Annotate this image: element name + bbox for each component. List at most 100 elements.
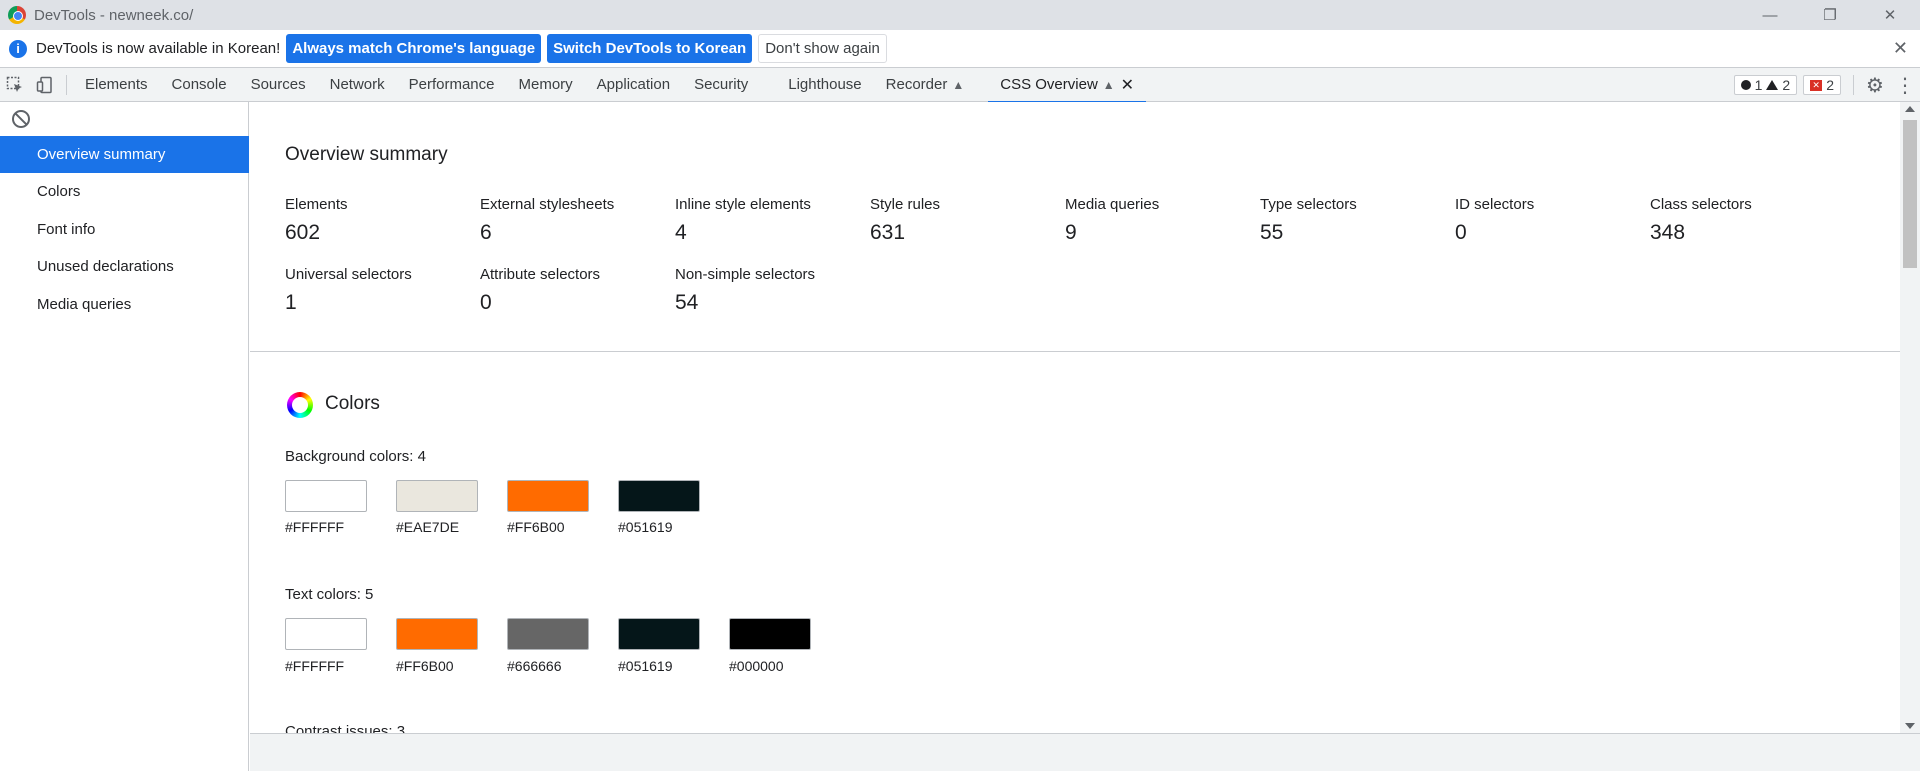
stat-label: Style rules — [870, 196, 941, 213]
close-window-button[interactable]: ✕ — [1860, 0, 1920, 30]
stat-universal-selectors: Universal selectors 1 — [285, 266, 475, 315]
stat-class-selectors: Class selectors 348 — [1650, 196, 1840, 245]
color-swatch[interactable] — [618, 480, 700, 512]
warning-triangle-icon — [1766, 80, 1779, 90]
clear-overview-icon[interactable] — [12, 110, 30, 128]
section-divider — [250, 351, 1900, 352]
swatch-hex-label: #666666 — [507, 658, 562, 674]
tab-performance[interactable]: Performance — [397, 68, 507, 102]
warnings-count: 2 — [1782, 77, 1791, 93]
main-scrollbar[interactable] — [1900, 102, 1920, 733]
tab-css-overview[interactable]: CSS Overview ▲ ✕ — [988, 68, 1146, 103]
infobar-message: DevTools is now available in Korean! — [36, 40, 281, 57]
tab-recorder-label: Recorder — [885, 76, 948, 93]
device-toolbar-icon[interactable] — [30, 68, 60, 102]
color-swatch[interactable] — [729, 618, 811, 650]
dont-show-again-button[interactable]: Don't show again — [758, 34, 887, 63]
swatch-hex-label: #FF6B00 — [396, 658, 454, 674]
swatch-hex-label: #FFFFFF — [285, 519, 345, 535]
scroll-thumb[interactable] — [1903, 120, 1917, 268]
stat-type-selectors: Type selectors 55 — [1260, 196, 1450, 245]
errors-count: 2 — [1826, 77, 1834, 93]
stat-id-selectors: ID selectors 0 — [1455, 196, 1645, 245]
tab-memory[interactable]: Memory — [507, 68, 585, 102]
stat-label: Attribute selectors — [480, 266, 601, 283]
stat-value: 0 — [1455, 221, 1467, 244]
stat-label: ID selectors — [1455, 196, 1535, 213]
sidebar-item-font-info[interactable]: Font info — [0, 211, 249, 248]
stat-inline-style-elements: Inline style elements 4 — [675, 196, 865, 245]
inspect-element-icon[interactable] — [0, 68, 30, 102]
devtools-tabbar: Elements Console Sources Network Perform… — [0, 68, 1920, 103]
restore-button[interactable]: ❐ — [1800, 0, 1860, 30]
window-title: DevTools - newneek.co/ — [34, 6, 194, 24]
css-overview-sidebar: Overview summary Colors Font info Unused… — [0, 102, 249, 771]
stat-elements: Elements 602 — [285, 196, 475, 245]
messages-count: 1 — [1754, 77, 1763, 93]
sidebar-item-media-queries[interactable]: Media queries — [0, 286, 249, 323]
tab-security[interactable]: Security — [682, 68, 760, 102]
tab-network[interactable]: Network — [318, 68, 397, 102]
swatch-hex-label: #051619 — [618, 658, 673, 674]
window-titlebar: DevTools - newneek.co/ — ❐ ✕ — [0, 0, 1920, 30]
tab-console[interactable]: Console — [160, 68, 239, 102]
toolbar-right: 1 2 ✕ 2 ⚙ ⋮ — [1733, 68, 1920, 102]
experiment-flask-icon: ▲ — [1102, 77, 1115, 92]
sidebar-item-unused-declarations[interactable]: Unused declarations — [0, 248, 249, 285]
color-swatch[interactable] — [507, 618, 589, 650]
text-colors-label: Text colors: 5 — [285, 586, 374, 603]
errors-counter[interactable]: ✕ 2 — [1803, 75, 1841, 95]
stat-label: Type selectors — [1260, 196, 1357, 213]
stat-label: Inline style elements — [675, 196, 811, 213]
css-overview-main: Overview summary Elements 602 External s… — [250, 102, 1900, 733]
color-swatch[interactable] — [507, 480, 589, 512]
stat-label: Class selectors — [1650, 196, 1752, 213]
tab-sources[interactable]: Sources — [239, 68, 318, 102]
color-swatch[interactable] — [618, 618, 700, 650]
swatch-hex-label: #EAE7DE — [396, 519, 460, 535]
color-swatch[interactable] — [396, 480, 478, 512]
overview-summary-title: Overview summary — [285, 144, 448, 165]
scroll-up-arrow-icon[interactable] — [1905, 106, 1915, 112]
stat-attribute-selectors: Attribute selectors 0 — [480, 266, 670, 315]
match-language-button[interactable]: Always match Chrome's language — [286, 34, 542, 63]
tab-recorder[interactable]: Recorder ▲ — [874, 68, 977, 102]
settings-gear-icon[interactable]: ⚙ — [1860, 68, 1890, 102]
info-icon: i — [9, 39, 27, 58]
sidebar-item-overview-summary[interactable]: Overview summary — [0, 136, 249, 173]
stat-label: Media queries — [1065, 196, 1160, 213]
tab-elements[interactable]: Elements — [73, 68, 160, 102]
infobar-close-icon[interactable]: ✕ — [1893, 38, 1908, 59]
stat-label: External stylesheets — [480, 196, 615, 213]
more-options-icon[interactable]: ⋮ — [1890, 68, 1920, 102]
experiment-flask-icon: ▲ — [952, 77, 965, 92]
color-swatch[interactable] — [285, 480, 367, 512]
tab-application[interactable]: Application — [585, 68, 682, 102]
toolbar-separator — [1853, 75, 1854, 95]
close-tab-icon[interactable]: ✕ — [1121, 75, 1134, 95]
sidebar-item-colors[interactable]: Colors — [0, 173, 249, 210]
toolbar-separator — [66, 74, 67, 95]
scroll-down-arrow-icon[interactable] — [1905, 723, 1915, 729]
color-wheel-icon — [287, 392, 313, 418]
message-dot-icon — [1740, 80, 1751, 90]
minimize-button[interactable]: — — [1740, 0, 1800, 30]
swatch-hex-label: #051619 — [618, 519, 673, 535]
stat-non-simple-selectors: Non-simple selectors 54 — [675, 266, 865, 315]
color-swatch[interactable] — [396, 618, 478, 650]
stat-value: 54 — [675, 291, 699, 314]
stat-value: 631 — [870, 221, 906, 244]
window-controls: — ❐ ✕ — [1740, 0, 1920, 30]
language-infobar: i DevTools is now available in Korean! A… — [0, 30, 1920, 68]
tab-lighthouse[interactable]: Lighthouse — [776, 68, 873, 102]
drawer-bar — [250, 733, 1920, 771]
color-swatch[interactable] — [285, 618, 367, 650]
tab-css-overview-label: CSS Overview — [1000, 76, 1098, 93]
stat-value: 0 — [480, 291, 492, 314]
switch-korean-button[interactable]: Switch DevTools to Korean — [547, 34, 753, 63]
issues-counter[interactable]: 1 2 — [1733, 75, 1798, 95]
background-colors-label: Background colors: 4 — [285, 448, 426, 465]
stat-label: Non-simple selectors — [675, 266, 816, 283]
chrome-logo-icon — [8, 6, 26, 24]
stat-value: 602 — [285, 221, 321, 244]
